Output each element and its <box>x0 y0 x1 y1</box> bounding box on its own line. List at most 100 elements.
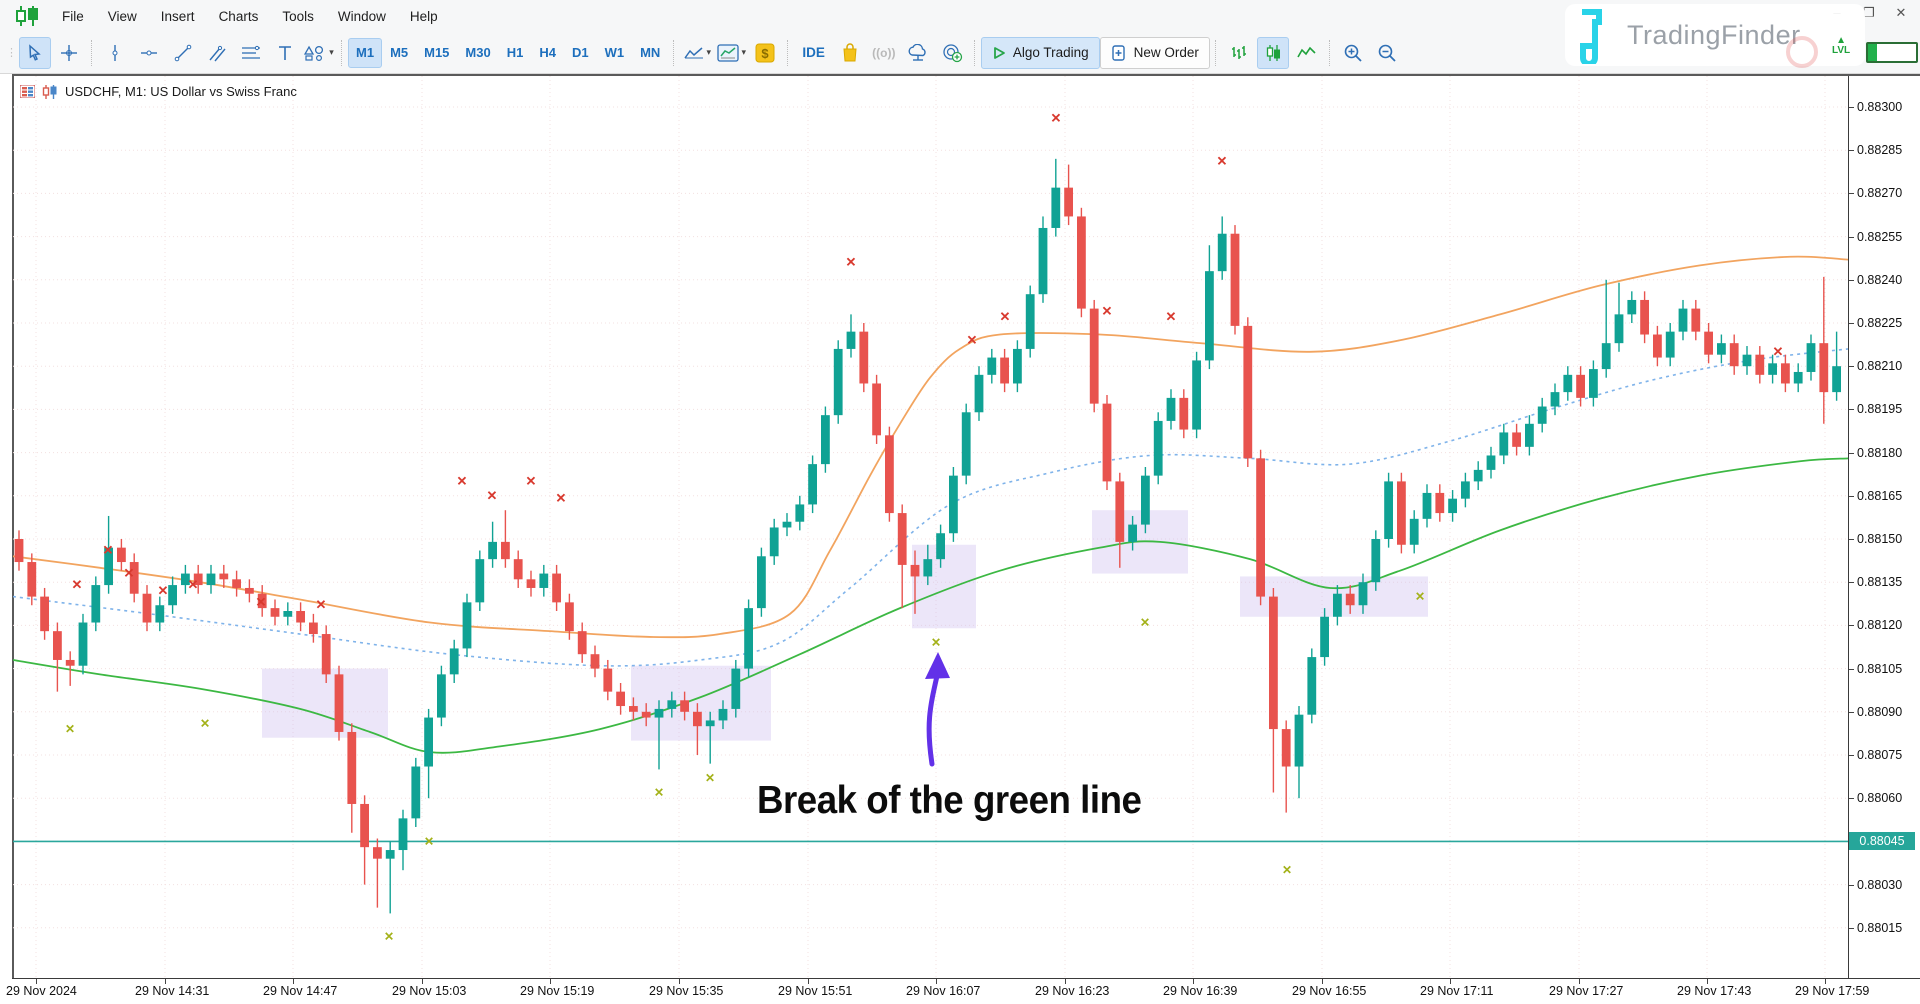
timeframe-m5[interactable]: M5 <box>382 38 416 68</box>
zoom-out-button[interactable] <box>1371 37 1403 69</box>
community-button[interactable] <box>936 37 968 69</box>
price-tick-mark <box>1849 453 1854 454</box>
text-tool-button[interactable] <box>269 37 301 69</box>
candle-body <box>987 358 996 375</box>
sell-signal-marker: ✕ <box>967 332 978 347</box>
time-tick-mark <box>1322 979 1323 984</box>
price-tick-label: 0.88270 <box>1857 186 1902 200</box>
horizontal-line-tool-button[interactable] <box>133 37 165 69</box>
candle-body <box>1269 597 1278 729</box>
candle-body <box>1346 594 1355 606</box>
candle-body <box>667 700 676 709</box>
candle-body <box>1602 343 1611 369</box>
time-tick-label: 29 Nov 17:43 <box>1677 984 1751 998</box>
new-order-button[interactable]: New Order <box>1100 37 1210 69</box>
close-button[interactable]: ✕ <box>1888 2 1914 24</box>
trendline-tool-button[interactable] <box>167 37 199 69</box>
cursor-tool-button[interactable] <box>19 37 51 69</box>
candle-body <box>117 548 126 562</box>
menu-view[interactable]: View <box>96 4 149 29</box>
timeframe-h1[interactable]: H1 <box>499 38 532 68</box>
channel-tool-button[interactable] <box>201 37 233 69</box>
candle-body <box>719 709 728 721</box>
time-axis[interactable]: 29 Nov 202429 Nov 14:3129 Nov 14:4729 No… <box>0 979 1920 1004</box>
menu-help[interactable]: Help <box>398 4 450 29</box>
levels-tool-button[interactable] <box>235 37 267 69</box>
candle-body <box>411 767 420 819</box>
candle-body <box>322 634 331 674</box>
crosshair-tool-button[interactable] <box>53 37 85 69</box>
sell-signal-marker: ✕ <box>487 488 498 503</box>
candle-body <box>1717 343 1726 355</box>
candle-body <box>514 559 523 579</box>
timeframe-m30[interactable]: M30 <box>457 38 498 68</box>
cloud-button[interactable] <box>902 37 934 69</box>
zoom-in-button[interactable] <box>1337 37 1369 69</box>
buy-signal-marker: ✕ <box>65 722 75 736</box>
levels-icon <box>241 44 261 62</box>
crosshair-icon <box>60 44 78 62</box>
line-chart-mode-button[interactable] <box>1291 37 1323 69</box>
algo-trading-button[interactable]: Algo Trading <box>981 37 1100 69</box>
sell-signal-marker: ✕ <box>1000 309 1011 324</box>
candle-body <box>66 660 75 666</box>
price-tick-mark <box>1849 669 1854 670</box>
candle-body <box>27 562 36 597</box>
candle-body <box>1039 228 1048 294</box>
menu-file[interactable]: File <box>50 4 96 29</box>
timeframe-mn[interactable]: MN <box>632 38 668 68</box>
candle-body <box>373 847 382 859</box>
candle-body <box>53 631 62 660</box>
candle-body <box>437 674 446 717</box>
menu-charts[interactable]: Charts <box>207 4 271 29</box>
signals-button[interactable]: ((o)) <box>868 37 900 69</box>
bar-chart-mode-button[interactable] <box>1223 37 1255 69</box>
time-tick-mark <box>1579 979 1580 984</box>
sell-signal-marker: ✕ <box>103 543 114 558</box>
candle-body <box>1077 216 1086 308</box>
candles-icon <box>1264 44 1282 62</box>
timeframe-d1[interactable]: D1 <box>564 38 597 68</box>
chart-canvas[interactable]: ✕✕✕✕✕✕✕✕✕✕✕✕✕✕✕✕✕✕✕✕✕✕✕✕✕✕✕✕✕ <box>13 76 1848 978</box>
tick-chart-button[interactable]: ▾ <box>681 37 713 69</box>
candle-body <box>1192 360 1201 429</box>
candle-body <box>949 476 958 534</box>
price-tick-mark <box>1849 193 1854 194</box>
sell-signal-marker: ✕ <box>556 491 567 506</box>
price-tick-mark <box>1849 323 1854 324</box>
timeframe-h4[interactable]: H4 <box>531 38 564 68</box>
record-indicator-icon <box>1786 36 1818 68</box>
menu-items: FileViewInsertChartsToolsWindowHelp <box>50 4 450 29</box>
indicators-button[interactable]: ▾ <box>715 37 747 69</box>
candle-body <box>1691 309 1700 332</box>
sell-signal-marker: ✕ <box>526 473 537 488</box>
chevron-down-icon: ▾ <box>742 47 747 58</box>
menu-tools[interactable]: Tools <box>270 4 326 29</box>
candle-body <box>1487 455 1496 469</box>
timeframe-w1[interactable]: W1 <box>597 38 633 68</box>
candle-body <box>232 579 241 588</box>
vertical-line-tool-button[interactable] <box>99 37 131 69</box>
market-button[interactable] <box>834 37 866 69</box>
candle-body <box>91 585 100 622</box>
menu-insert[interactable]: Insert <box>149 4 207 29</box>
shapes-tool-button[interactable]: ▾ <box>303 37 335 69</box>
candle-chart-mode-button[interactable] <box>1257 37 1289 69</box>
ide-button[interactable]: IDE <box>795 37 832 69</box>
price-tick-label: 0.88180 <box>1857 446 1902 460</box>
candle-body <box>1627 300 1636 314</box>
price-tick-label: 0.88060 <box>1857 791 1902 805</box>
sell-signal-marker: ✕ <box>1217 154 1228 169</box>
timeframe-m15[interactable]: M15 <box>416 38 457 68</box>
timeframe-m1[interactable]: M1 <box>348 38 382 68</box>
deposit-button[interactable]: $ <box>749 37 781 69</box>
menu-window[interactable]: Window <box>326 4 398 29</box>
candle-body <box>1243 326 1252 458</box>
candle-body <box>975 375 984 412</box>
price-tick-mark <box>1849 237 1854 238</box>
sell-signal-marker: ✕ <box>457 473 468 488</box>
candle-body <box>501 542 510 559</box>
candle-body <box>1282 729 1291 766</box>
indicator-window-icon <box>717 44 739 62</box>
time-tick-mark <box>1450 979 1451 984</box>
